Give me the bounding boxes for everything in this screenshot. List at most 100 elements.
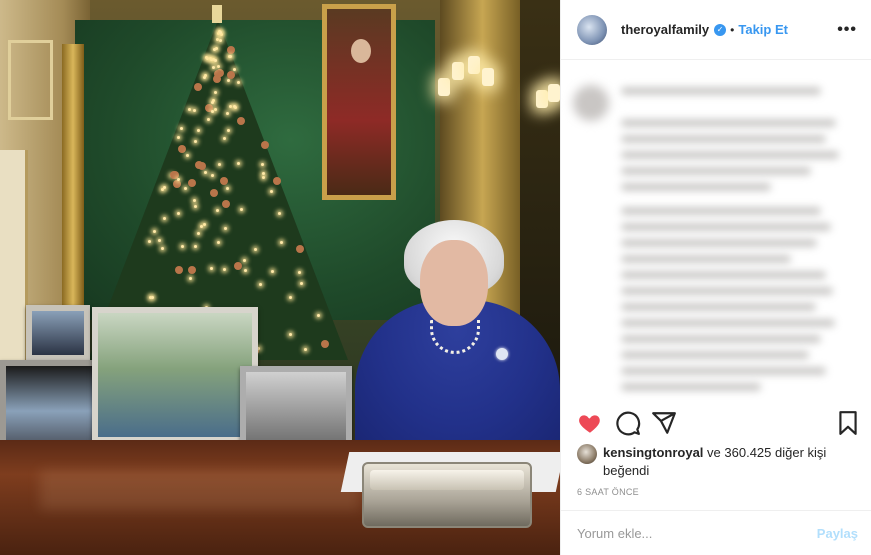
gold-molding xyxy=(62,44,84,334)
silver-box xyxy=(362,462,532,528)
post-timestamp[interactable]: 6 SAAT ÖNCE xyxy=(577,487,639,497)
more-icon[interactable]: ••• xyxy=(837,21,857,39)
tree-bauble xyxy=(320,339,329,348)
lamp-light xyxy=(452,62,464,80)
blurred-line xyxy=(621,271,826,279)
blurred-caption xyxy=(561,61,871,406)
blurred-line xyxy=(621,135,826,143)
tree-light xyxy=(204,170,208,174)
tree-bauble xyxy=(188,178,197,187)
tree-light xyxy=(269,189,273,193)
tree-light xyxy=(225,111,229,115)
likes-text: kensingtonroyal ve 360.425 diğer kişi be… xyxy=(603,444,826,480)
caption-avatar xyxy=(573,85,609,121)
blurred-line xyxy=(621,239,817,247)
tree-light xyxy=(213,90,217,94)
follow-button[interactable]: Takip Et xyxy=(738,22,788,37)
blurred-line xyxy=(621,367,826,375)
wall-panel xyxy=(8,40,53,120)
person-face xyxy=(420,240,488,326)
blurred-line xyxy=(621,287,833,295)
lamp-light xyxy=(482,68,494,86)
photo-frame xyxy=(26,305,90,361)
brooch xyxy=(496,348,508,360)
tree-light xyxy=(180,244,184,248)
tree-light xyxy=(223,267,227,271)
portrait-face xyxy=(351,39,371,63)
separator-dot: • xyxy=(730,22,735,37)
tree-light xyxy=(239,207,243,211)
blurred-line xyxy=(621,183,771,191)
blurred-line xyxy=(621,335,821,343)
tree-bauble xyxy=(172,180,181,189)
avatar[interactable] xyxy=(577,14,607,45)
liker-username[interactable]: kensingtonroyal xyxy=(603,445,703,460)
tree-light xyxy=(192,108,196,112)
blurred-line xyxy=(621,383,761,391)
tree-light xyxy=(289,332,293,336)
tree-light xyxy=(202,222,206,226)
blurred-line xyxy=(621,87,821,95)
tree-light xyxy=(317,313,321,317)
post-sidebar: theroyalfamily ✓ • Takip Et ••• kensingt… xyxy=(560,0,871,555)
tree-bauble xyxy=(197,162,206,170)
verified-icon: ✓ xyxy=(714,23,727,36)
lamp-light xyxy=(468,56,480,74)
tree-light xyxy=(233,104,237,108)
tree-bauble xyxy=(273,176,282,185)
tree-light xyxy=(196,128,200,132)
comment-input[interactable] xyxy=(577,525,817,541)
bookmark-icon[interactable] xyxy=(835,410,861,436)
tree-bauble xyxy=(210,188,219,197)
photo-frame xyxy=(92,307,258,443)
tree-light xyxy=(299,281,303,285)
tree-light xyxy=(213,58,217,62)
tree-light xyxy=(261,176,265,179)
blurred-line xyxy=(621,255,791,263)
likes-count[interactable]: ve 360.425 diğer kişi xyxy=(707,445,826,460)
lamp-light xyxy=(548,84,560,102)
tree-bauble xyxy=(295,244,304,253)
tree-light xyxy=(218,39,222,43)
blurred-line xyxy=(621,223,831,231)
blurred-line xyxy=(621,167,811,175)
username-link[interactable]: theroyalfamily xyxy=(621,22,709,37)
comment-bar: Paylaş xyxy=(561,510,871,555)
tree-light xyxy=(193,198,197,202)
tree-light xyxy=(279,241,283,245)
tree-bauble xyxy=(174,265,183,274)
share-icon[interactable] xyxy=(651,410,677,436)
tree-bauble xyxy=(226,46,235,55)
liker-avatar[interactable] xyxy=(577,444,597,464)
tree-light xyxy=(151,295,155,299)
blurred-line xyxy=(621,151,839,159)
post-header: theroyalfamily ✓ • Takip Et ••• xyxy=(561,0,871,60)
tree-topper xyxy=(212,5,222,23)
lamp-light xyxy=(536,90,548,108)
door xyxy=(0,150,28,370)
post-comment-button[interactable]: Paylaş xyxy=(817,526,858,541)
tree-bauble xyxy=(234,261,243,270)
tree-light xyxy=(158,238,161,242)
comment-icon[interactable] xyxy=(615,410,641,436)
tree-light xyxy=(253,248,257,252)
blurred-line xyxy=(621,303,816,311)
box-lid xyxy=(370,470,524,490)
tree-light xyxy=(224,226,228,230)
tree-light xyxy=(212,48,216,52)
tree-light xyxy=(259,282,263,286)
tree-light xyxy=(176,135,180,139)
likes-suffix: beğendi xyxy=(603,463,650,478)
tree-light xyxy=(261,172,265,176)
tree-light xyxy=(193,245,197,249)
likes-summary: kensingtonroyal ve 360.425 diğer kişi be… xyxy=(577,444,861,480)
blurred-line xyxy=(621,319,835,327)
heart-icon[interactable] xyxy=(577,410,603,436)
tree-light xyxy=(152,229,156,233)
tree-light xyxy=(225,186,229,190)
blurred-line xyxy=(621,119,836,127)
lamp-light xyxy=(438,78,450,96)
desk-reflection xyxy=(40,470,360,510)
action-bar xyxy=(577,410,861,440)
post-photo[interactable] xyxy=(0,0,560,555)
